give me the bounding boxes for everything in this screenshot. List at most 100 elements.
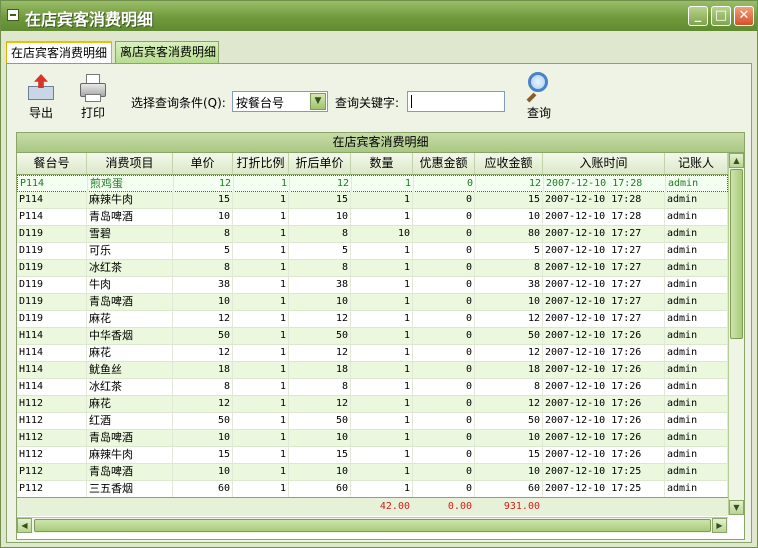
table-row[interactable]: P112 三五香烟 60 1 60 1 0 60 2007-12-10 17:25 admin xyxy=(17,481,728,498)
table-cell: 0 xyxy=(413,379,475,395)
column-header[interactable]: 记账人 xyxy=(665,153,728,174)
table-cell: H112 xyxy=(17,396,87,412)
print-button[interactable]: 打印 xyxy=(73,74,113,121)
scroll-right-icon[interactable]: ▶ xyxy=(712,518,727,533)
table-cell: H114 xyxy=(17,379,87,395)
table-cell: 鱿鱼丝 xyxy=(87,362,173,378)
table-cell: 1 xyxy=(233,481,289,497)
table-cell: 50 xyxy=(289,328,351,344)
table-cell: 12 xyxy=(289,311,351,327)
scroll-left-icon[interactable]: ◀ xyxy=(17,518,32,533)
table-cell: 麻花 xyxy=(87,345,173,361)
table-cell: 1 xyxy=(351,345,413,361)
table-row[interactable]: D119 雪碧 8 1 8 10 0 80 2007-12-10 17:27 admin xyxy=(17,226,728,243)
table-cell: admin xyxy=(665,311,728,327)
tab-strip: 在店宾客消费明细 离店宾客消费明细 xyxy=(5,41,755,63)
maximize-button[interactable]: □ xyxy=(711,6,731,26)
table-row[interactable]: D119 冰红茶 8 1 8 1 0 8 2007-12-10 17:27 admin xyxy=(17,260,728,277)
table-cell: 12 xyxy=(290,176,352,192)
keyword-input[interactable] xyxy=(407,91,505,112)
vertical-scroll-thumb[interactable] xyxy=(730,169,743,339)
table-cell: admin xyxy=(665,209,728,225)
table-cell: 8 xyxy=(173,226,233,242)
table-cell: 冰红茶 xyxy=(87,260,173,276)
search-button[interactable]: 查询 xyxy=(518,72,560,121)
table-cell: admin xyxy=(665,430,728,446)
table-cell: 38 xyxy=(475,277,543,293)
table-cell: 50 xyxy=(173,328,233,344)
table-cell: 2007-12-10 17:28 xyxy=(544,176,666,192)
table-cell: 青岛啤酒 xyxy=(87,464,173,480)
table-row[interactable]: D119 麻花 12 1 12 1 0 12 2007-12-10 17:27 admin xyxy=(17,311,728,328)
tab-in-store[interactable]: 在店宾客消费明细 xyxy=(6,41,112,63)
text-caret xyxy=(411,95,412,108)
column-header[interactable]: 消费项目 xyxy=(87,153,173,174)
table-row[interactable]: P114 青岛啤酒 10 1 10 1 0 10 2007-12-10 17:28 admin xyxy=(17,209,728,226)
column-header[interactable]: 应收金额 xyxy=(475,153,543,174)
table-row[interactable]: H112 麻花 12 1 12 1 0 12 2007-12-10 17:26 admin xyxy=(17,396,728,413)
vertical-scrollbar[interactable]: ▲ ▼ xyxy=(728,153,744,515)
window-menu-icon[interactable] xyxy=(7,9,19,21)
close-button[interactable]: ✕ xyxy=(734,6,754,26)
table-cell: 0 xyxy=(413,311,475,327)
table-row[interactable]: H112 红酒 50 1 50 1 0 50 2007-12-10 17:26 admin xyxy=(17,413,728,430)
table-cell: admin xyxy=(665,413,728,429)
table-cell: 0 xyxy=(413,192,475,208)
table-cell: 10 xyxy=(475,430,543,446)
table-cell: 1 xyxy=(351,379,413,395)
table-cell: 2007-12-10 17:26 xyxy=(543,345,665,361)
table-cell: 10 xyxy=(173,294,233,310)
table-cell: 10 xyxy=(289,464,351,480)
column-header[interactable]: 优惠金额 xyxy=(413,153,475,174)
scroll-up-icon[interactable]: ▲ xyxy=(729,153,744,168)
table-cell: 可乐 xyxy=(87,243,173,259)
table-row[interactable]: D119 青岛啤酒 10 1 10 1 0 10 2007-12-10 17:27 admin xyxy=(17,294,728,311)
table-cell: 1 xyxy=(351,277,413,293)
column-header[interactable]: 打折比例 xyxy=(233,153,289,174)
table-row[interactable]: D119 可乐 5 1 5 1 0 5 2007-12-10 17:27 admin xyxy=(17,243,728,260)
column-header[interactable]: 餐台号 xyxy=(17,153,87,174)
table-cell: 2007-12-10 17:27 xyxy=(543,243,665,259)
total-discount: 0.00 xyxy=(447,501,472,512)
table-cell: 2007-12-10 17:26 xyxy=(543,379,665,395)
column-header[interactable]: 数量 xyxy=(351,153,413,174)
table-cell: 雪碧 xyxy=(87,226,173,242)
table-cell: 0 xyxy=(413,362,475,378)
column-header[interactable]: 折后单价 xyxy=(289,153,351,174)
table-cell: admin xyxy=(665,243,728,259)
table-row[interactable]: H112 青岛啤酒 10 1 10 1 0 10 2007-12-10 17:26 admin xyxy=(17,430,728,447)
column-header[interactable]: 单价 xyxy=(173,153,233,174)
table-cell: 12 xyxy=(173,311,233,327)
condition-select[interactable]: 按餐台号 ▼ xyxy=(232,91,328,112)
table-cell: 18 xyxy=(173,362,233,378)
table-cell: 0 xyxy=(413,260,475,276)
scroll-down-icon[interactable]: ▼ xyxy=(729,500,744,515)
table-cell: H112 xyxy=(17,447,87,463)
table-cell: 15 xyxy=(289,447,351,463)
table-cell: 0 xyxy=(413,277,475,293)
horizontal-scrollbar[interactable]: ◀ ▶ xyxy=(17,517,728,533)
table-cell: 0 xyxy=(413,413,475,429)
table-row[interactable]: P114 煎鸡蛋 12 1 12 1 0 12 2007-12-10 17:28 admin xyxy=(17,175,729,192)
table-row[interactable]: H114 冰红茶 8 1 8 1 0 8 2007-12-10 17:26 admin xyxy=(17,379,728,396)
column-header[interactable]: 入账时间 xyxy=(543,153,665,174)
table-cell: P112 xyxy=(17,464,87,480)
export-button[interactable]: 导出 xyxy=(21,74,61,121)
horizontal-scroll-thumb[interactable] xyxy=(34,519,711,532)
table-row[interactable]: H114 鱿鱼丝 18 1 18 1 0 18 2007-12-10 17:26 admin xyxy=(17,362,728,379)
chevron-down-icon[interactable]: ▼ xyxy=(310,93,326,110)
table-cell: 50 xyxy=(475,413,543,429)
table-row[interactable]: D119 牛肉 38 1 38 1 0 38 2007-12-10 17:27 admin xyxy=(17,277,728,294)
table-cell: 2007-12-10 17:28 xyxy=(543,192,665,208)
tab-checked-out[interactable]: 离店宾客消费明细 xyxy=(115,41,219,63)
title-bar: 在店宾客消费明细 _ □ ✕ xyxy=(1,1,757,31)
table-row[interactable]: H114 中华香烟 50 1 50 1 0 50 2007-12-10 17:26 admin xyxy=(17,328,728,345)
table-cell: 1 xyxy=(233,379,289,395)
minimize-button[interactable]: _ xyxy=(688,6,708,26)
table-row[interactable]: P114 麻辣牛肉 15 1 15 1 0 15 2007-12-10 17:28 admin xyxy=(17,192,728,209)
table-row[interactable]: H112 麻辣牛肉 15 1 15 1 0 15 2007-12-10 17:26 admin xyxy=(17,447,728,464)
table-row[interactable]: H114 麻花 12 1 12 1 0 12 2007-12-10 17:26 admin xyxy=(17,345,728,362)
table-row[interactable]: P112 青岛啤酒 10 1 10 1 0 10 2007-12-10 17:25 admin xyxy=(17,464,728,481)
table-cell: 2007-12-10 17:26 xyxy=(543,328,665,344)
table-cell: 1 xyxy=(351,413,413,429)
